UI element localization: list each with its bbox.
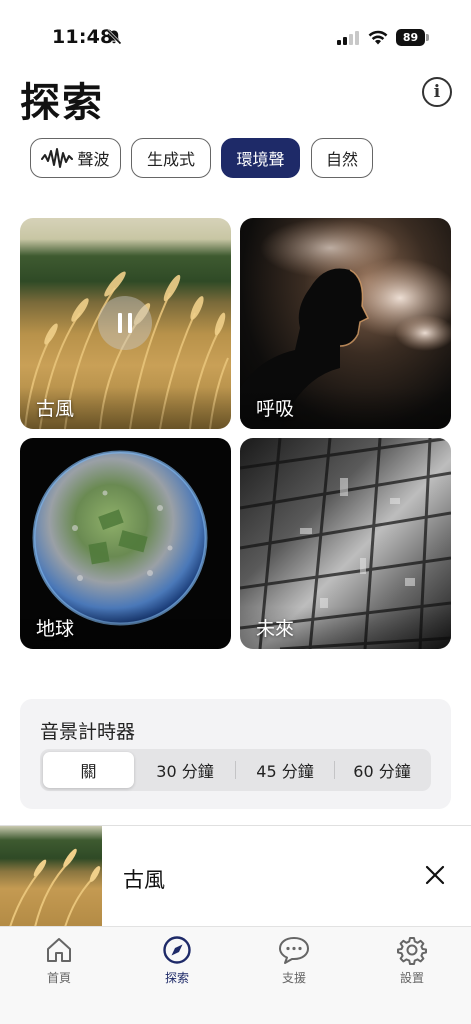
- close-icon[interactable]: [424, 864, 446, 886]
- now-playing-title: 古風: [123, 868, 165, 892]
- soundscape-tile-gufeng[interactable]: 古風: [20, 218, 231, 429]
- soundscape-tile-huxi[interactable]: 呼吸: [240, 218, 451, 429]
- soundscape-tile-diqiu[interactable]: 地球: [20, 438, 231, 649]
- compass-icon: [163, 936, 191, 964]
- battery-level: 89: [396, 29, 425, 46]
- tab-settings[interactable]: 設置: [372, 935, 452, 995]
- tab-label: 探索: [164, 971, 189, 985]
- timer-option-off[interactable]: 關: [43, 752, 134, 788]
- chip-label: 聲波: [77, 150, 110, 169]
- tile-label: 古風: [36, 398, 75, 420]
- battery-indicator: 89: [396, 29, 429, 46]
- tab-bar: 首頁 探索 支援 設置: [0, 926, 471, 1024]
- chip-nature[interactable]: 自然: [311, 138, 373, 178]
- timer-option-30[interactable]: 30 分鐘: [137, 752, 233, 788]
- soundscape-tile-weilai[interactable]: 未來: [240, 438, 451, 649]
- wifi-icon: [368, 30, 388, 45]
- pause-icon: [118, 313, 122, 333]
- info-button[interactable]: i: [422, 77, 452, 107]
- timer-title: 音景計時器: [40, 721, 136, 743]
- tile-label: 地球: [36, 618, 75, 640]
- tab-home[interactable]: 首頁: [19, 935, 99, 995]
- info-icon: i: [433, 82, 441, 102]
- gear-icon: [397, 937, 427, 965]
- chip-label: 環境聲: [236, 150, 285, 169]
- tile-label: 未來: [256, 618, 295, 640]
- chat-bubble-icon: [279, 937, 309, 964]
- soundscape-timer: 音景計時器 關 30 分鐘 45 分鐘 60 分鐘: [20, 699, 451, 809]
- segment-divider: [235, 761, 236, 779]
- sound-wave-icon: [41, 148, 74, 168]
- tab-label: 設置: [399, 971, 424, 985]
- cellular-signal-icon: [337, 31, 359, 45]
- home-icon: [47, 938, 71, 962]
- battery-cap: [426, 34, 429, 41]
- now-playing-artwork: [0, 826, 102, 927]
- chip-sound-waves[interactable]: 聲波: [30, 138, 121, 178]
- page-title: 探索: [20, 80, 104, 126]
- pause-button[interactable]: [98, 296, 152, 350]
- tab-explore[interactable]: 探索: [137, 935, 217, 995]
- tile-label: 呼吸: [256, 398, 295, 420]
- status-time: 11:48: [52, 26, 114, 48]
- bell-off-icon: [106, 29, 122, 45]
- chip-generative[interactable]: 生成式: [131, 138, 211, 178]
- timer-segmented-control: 關 30 分鐘 45 分鐘 60 分鐘: [40, 749, 431, 791]
- timer-option-45[interactable]: 45 分鐘: [237, 752, 333, 788]
- chip-label: 生成式: [146, 150, 195, 169]
- timer-option-60[interactable]: 60 分鐘: [336, 752, 428, 788]
- tab-label: 支援: [281, 971, 306, 985]
- chip-label: 自然: [325, 150, 358, 169]
- tab-support[interactable]: 支援: [254, 935, 334, 995]
- tab-label: 首頁: [46, 971, 71, 985]
- chip-ambient[interactable]: 環境聲: [221, 138, 300, 178]
- now-playing-bar[interactable]: 古風: [0, 825, 471, 927]
- status-bar: 11:48 89: [0, 0, 471, 70]
- segment-divider: [334, 761, 335, 779]
